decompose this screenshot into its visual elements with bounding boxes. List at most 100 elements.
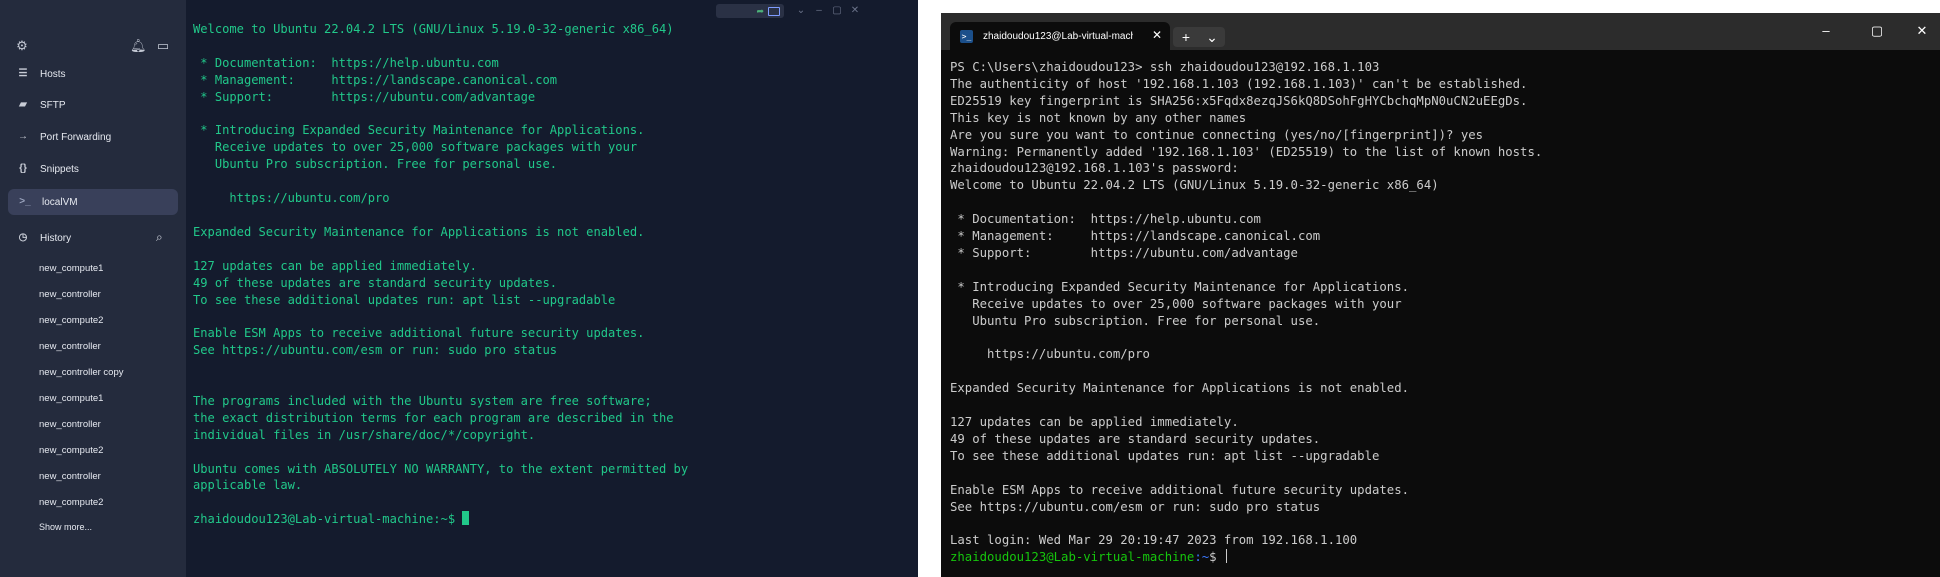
minimize-icon[interactable]: – xyxy=(810,4,828,18)
terminal-line: See https://ubuntu.com/esm or run: sudo … xyxy=(950,499,1321,514)
windows-terminal-window: >_ zhaidoudou123@Lab-virtual-machine: ~ … xyxy=(941,13,1940,577)
terminal-line: Enable ESM Apps to receive additional fu… xyxy=(193,326,645,341)
sidebar-item-snippets[interactable]: {} Snippets xyxy=(0,155,186,183)
terminal-line: * Introducing Expanded Security Maintena… xyxy=(193,123,645,138)
left-terminal-output: Welcome to Ubuntu 22.04.2 LTS (GNU/Linux… xyxy=(193,21,688,528)
history-item[interactable]: new_compute2 xyxy=(39,497,103,508)
history-item[interactable]: new_compute1 xyxy=(39,393,103,404)
terminal-line: The programs included with the Ubuntu sy… xyxy=(193,393,652,408)
new-tab-plus-icon[interactable]: + xyxy=(1173,27,1199,47)
terminal-line: Enable ESM Apps to receive additional fu… xyxy=(950,482,1410,497)
history-item[interactable]: new_controller xyxy=(39,341,101,352)
notification-bell-icon[interactable]: 🔔︎ xyxy=(130,38,147,54)
sidebar-item-label: SFTP xyxy=(40,99,66,111)
sidebar-item-localvm[interactable]: >_ localVM xyxy=(8,189,178,215)
split-controls[interactable]: ➦ xyxy=(716,4,784,18)
history-item[interactable]: new_controller xyxy=(39,419,101,430)
terminal-line: Welcome to Ubuntu 22.04.2 LTS (GNU/Linux… xyxy=(193,22,674,36)
close-icon[interactable]: ✕ xyxy=(846,4,864,18)
terminal-line: The authenticity of host '192.168.1.103 … xyxy=(950,76,1528,91)
terminal-line: individual files in /usr/share/doc/*/cop… xyxy=(193,427,536,442)
search-icon[interactable]: ⌕ xyxy=(156,230,163,245)
terminal-toolbar: ➦ ⌄ – ▢ ✕ xyxy=(716,4,864,18)
history-item[interactable]: new_compute2 xyxy=(39,315,103,326)
terminal-line: Are you sure you want to continue connec… xyxy=(950,127,1484,142)
terminal-cursor xyxy=(1225,549,1227,564)
terminal-cursor xyxy=(462,511,470,526)
history-item[interactable]: new_controller copy xyxy=(39,367,124,378)
share-icon[interactable]: ➦ xyxy=(756,6,764,17)
history-item[interactable]: new_compute2 xyxy=(39,445,103,456)
sidebar-item-label: Hosts xyxy=(40,68,66,80)
settings-gear-icon[interactable]: ⚙ xyxy=(14,38,30,54)
terminal-line: Receive updates to over 25,000 software … xyxy=(950,296,1402,311)
new-tab-group: + ⌄ xyxy=(1173,27,1225,47)
sidebar-item-hosts[interactable]: ☰ Hosts xyxy=(0,60,186,88)
terminal-line: the exact distribution terms for each pr… xyxy=(193,410,674,425)
chevron-down-icon[interactable]: ⌄ xyxy=(792,4,810,18)
terminal-line: Welcome to Ubuntu 22.04.2 LTS (GNU/Linux… xyxy=(950,178,1439,193)
terminal-line: Ubuntu comes with ABSOLUTELY NO WARRANTY… xyxy=(193,461,689,476)
sidebar-item-sftp[interactable]: ▰ SFTP xyxy=(0,91,186,119)
close-icon[interactable]: ✕ xyxy=(1914,23,1930,39)
terminal-line: Expanded Security Maintenance for Applic… xyxy=(193,224,645,239)
split-view-icon[interactable] xyxy=(768,6,780,16)
maximize-icon[interactable]: ▢ xyxy=(1869,23,1885,39)
terminal-line: Last login: Wed Mar 29 20:19:47 2023 fro… xyxy=(950,533,1358,548)
folder-icon: ▰ xyxy=(19,99,27,110)
left-terminal[interactable]: ➦ ⌄ – ▢ ✕ Welcome to Ubuntu 22.04.2 LTS … xyxy=(186,0,918,577)
sidebar-item-port-forwarding[interactable]: → Port Forwarding xyxy=(0,123,186,151)
right-terminal-output[interactable]: PS C:\Users\zhaidoudou123> ssh zhaidoudo… xyxy=(950,59,1542,566)
terminal-line: * Documentation: https://help.ubuntu.com xyxy=(193,55,499,70)
history-item[interactable]: new_compute1 xyxy=(39,263,103,274)
terminal-prompt: zhaidoudou123@Lab-virtual-machine:~$ xyxy=(950,549,1542,566)
tab-ssh-session[interactable]: >_ zhaidoudou123@Lab-virtual-machine: ~ … xyxy=(950,22,1170,50)
terminal-line: Ubuntu Pro subscription. Free for person… xyxy=(950,313,1321,328)
sidebar-item-label: Snippets xyxy=(40,163,79,175)
history-item[interactable]: new_controller xyxy=(39,471,101,482)
sidebar-top-icons: ⚙ 🔔︎ ▭ xyxy=(0,38,186,54)
terminal-line: * Management: https://landscape.canonica… xyxy=(193,72,558,87)
terminal-line: * Support: https://ubuntu.com/advantage xyxy=(193,89,536,104)
terminal-line: Ubuntu Pro subscription. Free for person… xyxy=(193,157,558,172)
hosts-icon: ☰ xyxy=(18,68,28,79)
minimize-icon[interactable]: – xyxy=(1818,23,1834,39)
terminal-window-icon[interactable]: ▭ xyxy=(155,38,171,54)
history-label: History xyxy=(40,232,72,244)
terminal-line: ED25519 key fingerprint is SHA256:x5Fqdx… xyxy=(950,93,1528,108)
terminal-line: https://ubuntu.com/pro xyxy=(950,347,1150,362)
terminal-line: 127 updates can be applied immediately. xyxy=(950,415,1239,430)
terminal-line: Expanded Security Maintenance for Applic… xyxy=(950,381,1410,396)
tab-close-icon[interactable]: ✕ xyxy=(1152,28,1162,42)
history-item[interactable]: new_controller xyxy=(39,289,101,300)
maximize-icon[interactable]: ▢ xyxy=(828,4,846,18)
terminal-line: * Support: https://ubuntu.com/advantage xyxy=(950,245,1298,260)
prompt-user: zhaidoudou123@Lab-virtual-machine xyxy=(950,550,1195,565)
prompt-path: :~ xyxy=(1194,550,1210,565)
terminal-line: To see these additional updates run: apt… xyxy=(193,292,616,307)
window-divider xyxy=(918,0,941,577)
terminal-line: To see these additional updates run: apt… xyxy=(950,448,1380,463)
terminal-line: This key is not known by any other names xyxy=(950,110,1247,125)
show-more-link[interactable]: Show more... xyxy=(39,522,92,532)
sidebar-item-label: Port Forwarding xyxy=(40,131,112,143)
terminal-line: Warning: Permanently added '192.168.1.10… xyxy=(950,144,1543,159)
profile-dropdown-chevron-icon[interactable]: ⌄ xyxy=(1199,27,1225,47)
tab-title: zhaidoudou123@Lab-virtual-machine: ~ xyxy=(983,30,1133,42)
session-label: localVM xyxy=(42,196,78,208)
